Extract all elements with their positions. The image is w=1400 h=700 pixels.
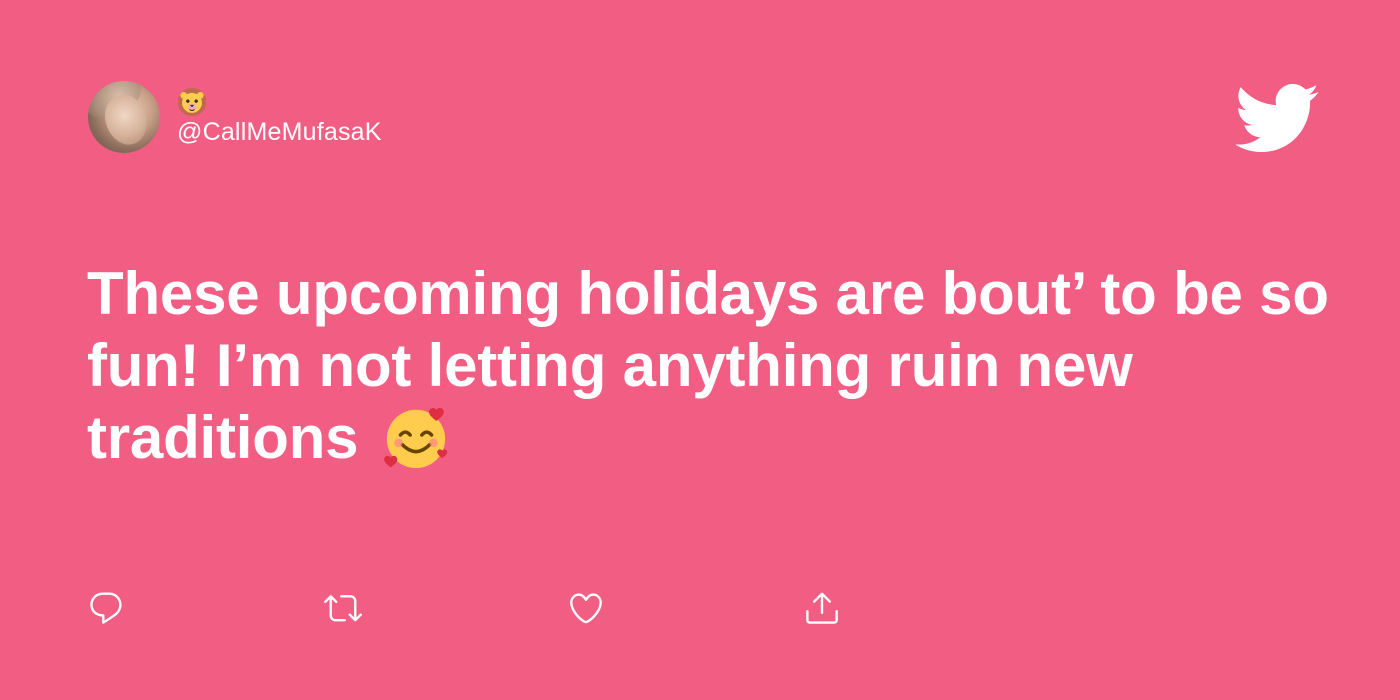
tweet-header: @CallMeMufasaK: [88, 80, 382, 154]
tweet-card: @CallMeMufasaK These upcoming holidays a…: [0, 0, 1400, 700]
like-button[interactable]: [566, 588, 606, 628]
twitter-bird-icon: [1236, 84, 1319, 152]
heart-icon: [570, 593, 602, 624]
smiling-face-with-hearts-icon: [383, 408, 448, 469]
tweet-actions: [86, 588, 886, 628]
share-button[interactable]: [802, 588, 842, 628]
retweet-icon: [324, 595, 362, 622]
tweet-text: These upcoming holidays are bout’ to be …: [87, 258, 1337, 474]
lion-face-icon: [177, 87, 207, 117]
reply-icon: [90, 592, 122, 624]
tweet-text-content: These upcoming holidays are bout’ to be …: [87, 260, 1329, 471]
user-meta: @CallMeMufasaK: [177, 87, 382, 147]
retweet-button[interactable]: [323, 588, 363, 628]
reply-button[interactable]: [86, 588, 126, 628]
avatar[interactable]: [88, 81, 160, 153]
user-handle[interactable]: @CallMeMufasaK: [177, 117, 382, 147]
display-name[interactable]: [177, 87, 382, 117]
share-icon: [806, 592, 838, 624]
